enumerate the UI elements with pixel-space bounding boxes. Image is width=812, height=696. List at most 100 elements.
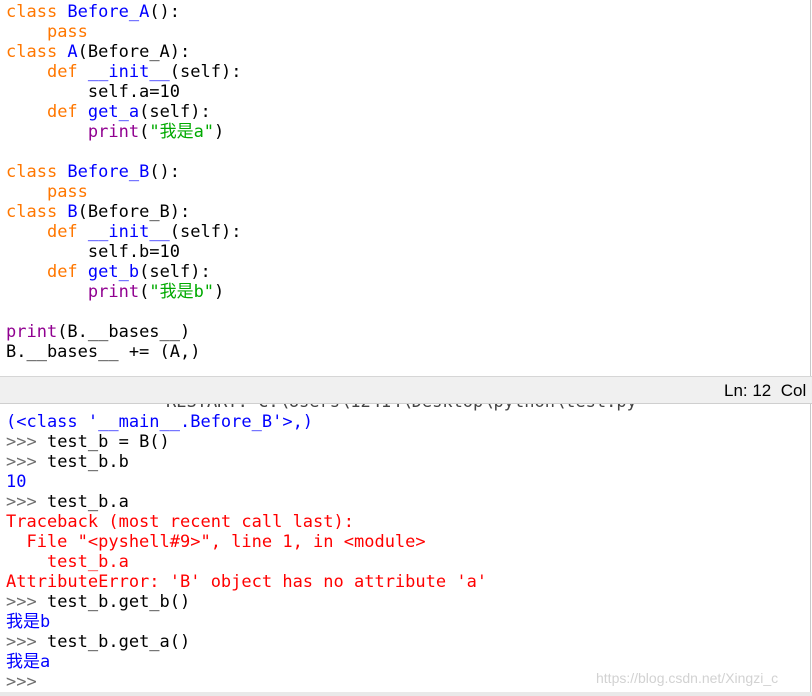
restart-banner: RESTART: C:\Users\12414\Desktop\python\t… <box>166 404 637 412</box>
code-token: test_b.get_a() <box>46 632 191 652</box>
shell-line: >>> test_b.get_b() <box>6 592 487 612</box>
code-token: (<class '__main__.Before_B'>,) <box>6 412 314 432</box>
shell-line: 10 <box>6 472 487 492</box>
code-token: (self): <box>139 262 211 282</box>
code-token: 我是b <box>6 612 51 632</box>
shell-line: 我是a <box>6 652 487 672</box>
watermark: https://blog.csdn.net/Xingzi_c <box>596 670 779 686</box>
shell-line: (<class '__main__.Before_B'>,) <box>6 412 487 432</box>
shell-output[interactable]: (<class '__main__.Before_B'>,) >>> test_b… <box>6 412 487 692</box>
shell-line: Traceback (most recent call last): <box>6 512 487 532</box>
code-token: "我是a" <box>149 122 215 142</box>
code-token: 10 <box>6 472 27 492</box>
shell-line: >>> test_b.get_a() <box>6 632 487 652</box>
code-token: def <box>46 222 88 242</box>
code-token: def <box>46 102 88 122</box>
shell-line: >>> test_b = B() <box>6 432 487 452</box>
code-line: print("我是a") <box>6 122 241 142</box>
code-token: (self): <box>169 222 242 242</box>
code-line: B.__bases__ += (A,) <box>6 342 241 362</box>
code-token: "我是b" <box>149 282 215 302</box>
code-token: (self): <box>169 62 242 82</box>
code-token: A <box>67 42 78 62</box>
code-token: >>> <box>6 672 37 692</box>
shell-line: >>> <box>6 672 487 692</box>
cursor-position: Ln: 12 Col <box>724 381 807 400</box>
code-token: AttributeError: 'B' object has no attrib… <box>6 572 488 592</box>
code-line: def __init__(self): <box>6 222 242 242</box>
shell-line: test_b.a <box>6 552 487 572</box>
code-token: test_b.b <box>46 452 129 472</box>
code-token: print <box>87 282 140 302</box>
code-token: def <box>46 262 88 282</box>
code-token: pass <box>46 22 88 42</box>
code-token: class <box>6 162 68 182</box>
code-line: class Before_B(): <box>6 162 241 182</box>
code-line: self.b=10 <box>6 242 241 262</box>
code-token: Before_A <box>67 2 150 22</box>
code-token: print <box>87 122 140 142</box>
shell-line: >>> test_b.a <box>6 492 487 512</box>
code-line: def get_b(self): <box>6 262 241 282</box>
code-token: ) <box>214 122 225 142</box>
code-line: self.a=10 <box>6 82 241 102</box>
shell-line: 我是b <box>6 612 487 632</box>
code-token: >>> <box>6 492 47 512</box>
code-token: test_b = B() <box>46 432 170 452</box>
code-token: >>> <box>6 452 47 472</box>
code-line: def __init__(self): <box>6 62 242 82</box>
code-token: Traceback (most recent call last): <box>6 512 354 532</box>
shell-line: AttributeError: 'B' object has no attrib… <box>6 572 487 592</box>
code-token: ( <box>139 122 150 142</box>
code-token: 我是a <box>6 652 51 672</box>
code-token: pass <box>46 182 88 202</box>
code-token: test_b.a <box>6 552 129 572</box>
code-line: pass <box>6 22 241 42</box>
code-line: class A(Before_A): <box>6 42 241 62</box>
code-line: pass <box>6 182 241 202</box>
code-token: self.b=10 <box>6 242 180 262</box>
code-token: File "<pyshell#9>", line 1, in <module> <box>6 532 426 552</box>
code-token: class <box>6 2 68 22</box>
shell-line: >>> test_b.b <box>6 452 487 472</box>
code-token: (Before_A): <box>77 42 191 62</box>
code-token: get_a <box>87 102 140 122</box>
code-token: self.a=10 <box>6 82 180 102</box>
code-token: class <box>6 42 68 62</box>
editor-code[interactable]: class Before_A(): pass class A(Before_A):… <box>6 2 241 362</box>
code-token: class <box>6 202 68 222</box>
code-token: (): <box>149 2 181 22</box>
code-token: test_b.a <box>46 492 129 512</box>
code-token: __init__ <box>87 62 170 82</box>
code-token: (Before_B): <box>77 202 191 222</box>
code-line: class B(Before_B): <box>6 202 241 222</box>
code-token: get_b <box>87 262 140 282</box>
python-shell[interactable]: RESTART: C:\Users\12414\Desktop\python\t… <box>0 404 811 696</box>
code-line: class Before_A(): <box>6 2 241 22</box>
code-token: (B.__bases__) <box>57 322 191 342</box>
code-line: print("我是b") <box>6 282 241 302</box>
code-token: __init__ <box>87 222 170 242</box>
code-token: >>> <box>6 632 47 652</box>
code-token: print <box>6 322 58 342</box>
code-token: >>> <box>6 592 47 612</box>
code-token: ( <box>139 282 150 302</box>
code-token: ) <box>214 282 225 302</box>
code-token: test_b.get_b() <box>46 592 191 612</box>
shell-bottom-edge <box>0 692 812 696</box>
code-token: Before_B <box>67 162 150 182</box>
code-line: def get_a(self): <box>6 102 241 122</box>
code-token: B.__bases__ += (A,) <box>6 342 201 362</box>
code-editor[interactable]: class Before_A(): pass class A(Before_A):… <box>0 0 811 376</box>
code-token: >>> <box>6 432 47 452</box>
code-token: B <box>67 202 78 222</box>
